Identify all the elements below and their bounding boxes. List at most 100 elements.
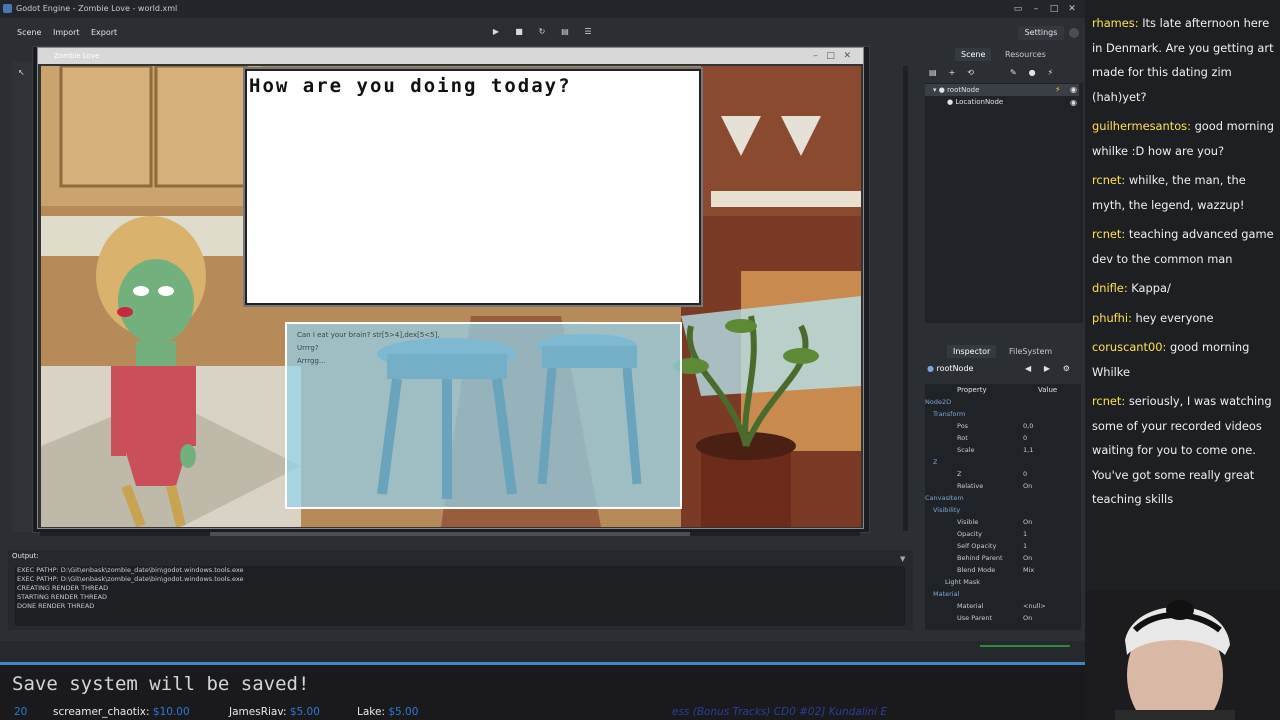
- property-value[interactable]: 0: [1023, 468, 1027, 480]
- forward-icon[interactable]: ▶: [1044, 364, 1050, 373]
- now-playing-ticker: ess (Bonus Tracks) CD0 #02] Kundalini E: [672, 706, 888, 718]
- maximize-icon[interactable]: □: [1047, 3, 1061, 15]
- status-meter: [980, 645, 1070, 647]
- property-value[interactable]: On: [1023, 516, 1032, 528]
- property-row[interactable]: Material <null>: [925, 600, 1081, 612]
- new-scene-icon[interactable]: ▤: [929, 68, 937, 78]
- tip-entry: screamer_chaotix: $10.00: [53, 706, 190, 718]
- property-row[interactable]: Visible On: [925, 516, 1081, 528]
- maximize-icon[interactable]: □: [826, 51, 835, 61]
- tips-ticker: 20 screamer_chaotix: $10.00 JamesRiav: $…: [0, 706, 1085, 720]
- minimize-icon[interactable]: –: [1029, 3, 1043, 15]
- viewport-vscroll[interactable]: [903, 66, 908, 531]
- group-icon[interactable]: ●: [1029, 68, 1036, 78]
- stream-chat: rhames: Its late afternoon here in Denma…: [1085, 0, 1280, 590]
- chat-message: rcnet: whilke, the man, the myth, the le…: [1092, 173, 1246, 212]
- visibility-eye-icon[interactable]: ◉: [1070, 98, 1077, 107]
- object-menu-icon[interactable]: ⚙: [1063, 364, 1070, 373]
- streamer-image: [1085, 590, 1280, 720]
- property-row: Z: [925, 456, 1081, 468]
- add-node-icon[interactable]: +: [949, 68, 956, 78]
- property-value[interactable]: <null>: [1023, 600, 1046, 612]
- close-icon[interactable]: ✕: [1065, 3, 1079, 15]
- settings-button[interactable]: Settings: [1018, 26, 1064, 40]
- property-value[interactable]: 0,0: [1023, 420, 1033, 432]
- dialog-option[interactable]: Can I eat your brain? str[5>4],dex[5<5],: [297, 331, 440, 339]
- game-window-titlebar: Zombie Love – □ ✕: [38, 48, 863, 64]
- property-table: Property Value Node2D Transform Pos 0,0 R…: [925, 384, 1081, 630]
- close-icon[interactable]: ✕: [843, 51, 851, 61]
- game-window-controls: – □ ✕: [813, 48, 851, 64]
- chat-username: rcnet: [1092, 173, 1122, 187]
- inspected-node: ● rootNode: [927, 364, 973, 373]
- property-value[interactable]: 1: [1023, 540, 1027, 552]
- chat-message: rcnet: teaching advanced game dev to the…: [1092, 227, 1274, 266]
- expand-arrow-icon[interactable]: ▾ ●: [933, 86, 947, 94]
- property-value[interactable]: Mix: [1023, 564, 1034, 576]
- property-row[interactable]: Pos 0,0: [925, 420, 1081, 432]
- property-row[interactable]: Z0: [925, 468, 1081, 480]
- tab-filesystem[interactable]: FileSystem: [1003, 345, 1058, 358]
- dialog-option[interactable]: Arrrgg...: [297, 357, 326, 365]
- property-row[interactable]: Opacity 1: [925, 528, 1081, 540]
- property-row[interactable]: Blend Mode Mix: [925, 564, 1081, 576]
- dialog-options-box: Can I eat your brain? str[5>4],dex[5<5],…: [285, 322, 682, 509]
- property-label: Visible: [957, 518, 979, 526]
- tip-amount: $5.00: [388, 706, 419, 718]
- script-attached-icon[interactable]: ⚡: [1055, 85, 1061, 94]
- script-icon[interactable]: ✎: [1010, 68, 1017, 78]
- property-row[interactable]: Light Mask: [925, 576, 1081, 588]
- window-title: Godot Engine - Zombie Love - world.xml: [16, 4, 178, 13]
- tab-inspector[interactable]: Inspector: [947, 345, 997, 358]
- tree-node-location[interactable]: ● LocationNode: [947, 96, 1003, 108]
- menu-export[interactable]: Export: [91, 28, 117, 37]
- menu-scene[interactable]: Scene: [17, 28, 41, 37]
- chat-username: rcnet: [1092, 394, 1122, 408]
- debug-menu-icon[interactable]: ☰: [582, 26, 594, 38]
- property-label: Light Mask: [945, 578, 981, 586]
- value-header: Value: [1038, 386, 1058, 394]
- tab-resources[interactable]: Resources: [999, 48, 1052, 61]
- output-log[interactable]: EXEC PATHP: D:\Git\enbask\zombie_date\bi…: [15, 566, 905, 626]
- property-row[interactable]: Use Parent On: [925, 612, 1081, 624]
- output-collapse-icon[interactable]: ▼: [900, 555, 905, 563]
- window-controls: ▭ – □ ✕: [1011, 0, 1079, 18]
- visibility-eye-icon[interactable]: ◉: [1070, 85, 1077, 94]
- property-value[interactable]: 1,1: [1023, 444, 1033, 456]
- property-row[interactable]: Rot 0: [925, 432, 1081, 444]
- property-value[interactable]: On: [1023, 552, 1032, 564]
- signal-icon[interactable]: ⚡: [1048, 68, 1054, 78]
- property-row[interactable]: Scale 1,1: [925, 444, 1081, 456]
- property-row[interactable]: Self Opacity 1: [925, 540, 1081, 552]
- restore-icon[interactable]: ▭: [1011, 3, 1025, 15]
- tree-node-label: rootNode: [947, 86, 980, 94]
- play-icon[interactable]: ▶: [490, 26, 502, 38]
- instance-icon[interactable]: ⟲: [967, 68, 974, 78]
- section-label: Z: [933, 458, 938, 466]
- property-value[interactable]: 1: [1023, 528, 1027, 540]
- back-icon[interactable]: ◀: [1025, 364, 1031, 373]
- property-label: Z: [957, 470, 962, 478]
- dialog-option[interactable]: Urrrg?: [297, 344, 319, 352]
- property-row[interactable]: Relative On: [925, 480, 1081, 492]
- tab-scene[interactable]: Scene: [955, 48, 992, 61]
- chat-text: hey everyone: [1135, 310, 1214, 325]
- property-row[interactable]: Behind Parent On: [925, 552, 1081, 564]
- property-value[interactable]: 0: [1023, 432, 1027, 444]
- node-dot-icon: ●: [927, 364, 937, 373]
- tip-name: 20: [14, 706, 28, 718]
- viewport-hscroll[interactable]: [40, 532, 860, 536]
- property-value[interactable]: On: [1023, 612, 1032, 624]
- menu-import[interactable]: Import: [53, 28, 80, 37]
- minimize-icon[interactable]: –: [813, 51, 818, 61]
- tip-name: Lake:: [357, 706, 385, 718]
- history-arrows: ◀ ▶ ⚙: [1025, 364, 1070, 373]
- play-custom-icon[interactable]: ▤: [559, 26, 571, 38]
- property-value[interactable]: On: [1023, 480, 1032, 492]
- select-tool-icon[interactable]: ↖: [18, 68, 25, 77]
- stop-icon[interactable]: ■: [513, 26, 525, 38]
- section-label: Node2D: [925, 398, 952, 406]
- scroll-thumb[interactable]: [210, 532, 690, 536]
- property-label: Blend Mode: [957, 566, 996, 574]
- play-scene-icon[interactable]: ↻: [536, 26, 548, 38]
